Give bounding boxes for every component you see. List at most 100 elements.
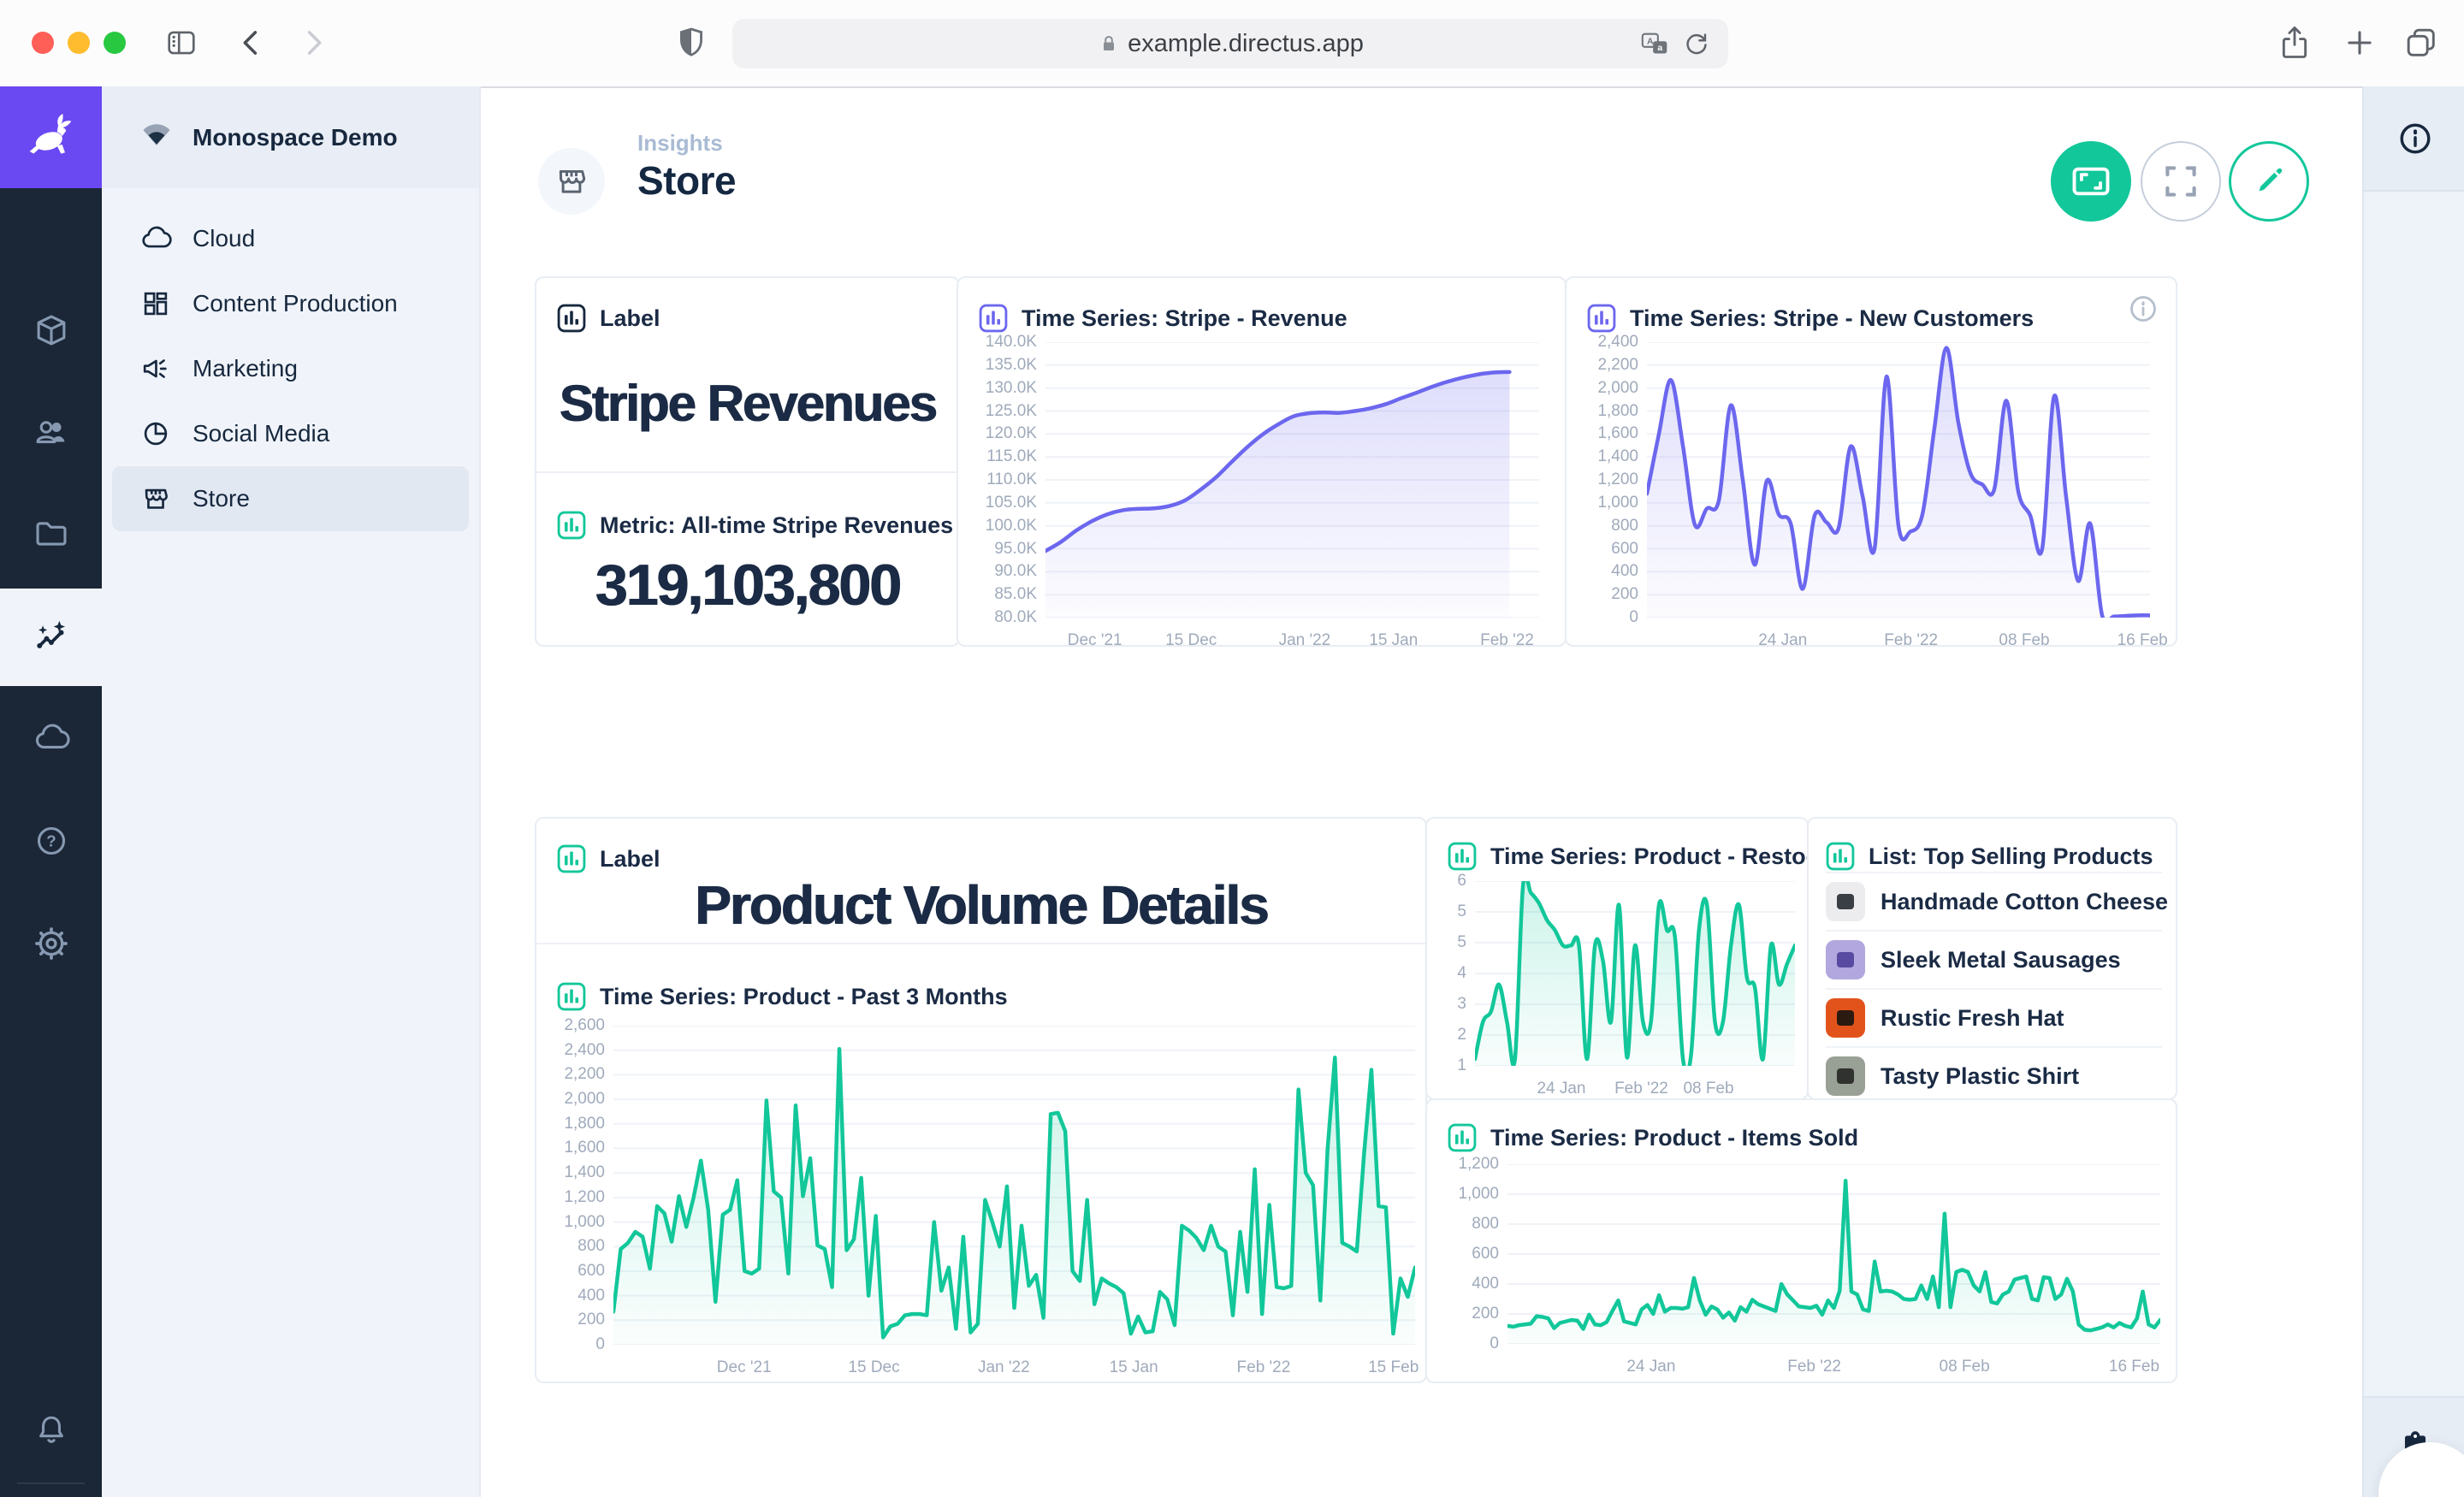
- panel-new-customers: Time Series: Stripe - New Customers 2,40…: [1565, 276, 2177, 647]
- x-tick-label: Feb '22: [1614, 1080, 1668, 1098]
- svg-text:a: a: [1657, 44, 1662, 53]
- module-files-icon[interactable]: [0, 491, 102, 577]
- y-tick-label: 2,400: [564, 1041, 605, 1060]
- window-zoom-button[interactable]: [104, 32, 126, 54]
- list-item[interactable]: Sleek Metal Sausages: [1826, 930, 2162, 988]
- panel-title: Time Series: Product - Restocks: [1490, 843, 1845, 870]
- translate-icon[interactable]: Aa: [1639, 28, 1672, 61]
- list-item[interactable]: Handmade Cotton Cheese: [1826, 872, 2162, 930]
- y-tick-label: 95.0K: [994, 540, 1037, 559]
- items-sold-chart: 1,2001,0008006004002000 24 JanFeb '2208 …: [1436, 1164, 2160, 1344]
- y-tick-label: 400: [578, 1287, 605, 1305]
- forward-icon[interactable]: [294, 24, 332, 62]
- edit-dashboard-button[interactable]: [2229, 141, 2309, 222]
- store-icon: [139, 482, 172, 515]
- y-tick-label: 3: [1457, 995, 1466, 1014]
- share-icon[interactable]: [2276, 24, 2313, 62]
- y-tick-label: 2,000: [1597, 379, 1638, 398]
- x-tick-label: Jan '22: [1279, 631, 1331, 650]
- module-help-icon[interactable]: ?: [0, 798, 102, 884]
- y-tick-label: 1,600: [1597, 424, 1638, 443]
- right-sidebar: [2362, 86, 2464, 1497]
- notifications-bell-icon[interactable]: [0, 1387, 102, 1472]
- breadcrumb[interactable]: Insights: [637, 130, 723, 157]
- past-3-months-chart: 2,6002,4002,2002,0001,8001,6001,4001,200…: [543, 1026, 1415, 1345]
- info-icon[interactable]: [2128, 293, 2159, 324]
- sidebar-item-cloud[interactable]: Cloud: [112, 206, 469, 271]
- panel-title: List: Top Selling Products: [1869, 843, 2153, 870]
- x-tick-label: Feb '22: [1884, 631, 1938, 650]
- module-users-icon[interactable]: [0, 389, 102, 475]
- module-divider: [17, 1482, 85, 1484]
- y-tick-label: 2: [1457, 1026, 1466, 1044]
- label-text: Product Volume Details: [695, 873, 1268, 937]
- time-series-icon: [1448, 1123, 1477, 1152]
- sidebar-item-label: Content Production: [192, 290, 398, 317]
- y-tick-label: 1,000: [564, 1213, 605, 1232]
- x-tick-label: 15 Jan: [1369, 631, 1418, 650]
- module-settings-icon[interactable]: [0, 901, 102, 986]
- y-tick-label: 4: [1457, 964, 1466, 983]
- fullscreen-button[interactable]: [2141, 141, 2221, 222]
- module-cloud-icon[interactable]: [0, 695, 102, 781]
- x-tick-label: Feb '22: [1480, 631, 1534, 650]
- module-insights-icon[interactable]: [0, 589, 102, 686]
- list-item[interactable]: Tasty Plastic Shirt: [1826, 1046, 2162, 1104]
- y-tick-label: 200: [1472, 1305, 1499, 1323]
- address-bar[interactable]: example.directus.app Aa: [732, 19, 1728, 68]
- zoom-to-fit-button[interactable]: [2051, 141, 2131, 222]
- product-thumbnail: [1826, 940, 1865, 979]
- y-tick-label: 800: [1611, 517, 1638, 535]
- y-tick-label: 90.0K: [994, 562, 1037, 581]
- label-panel-icon: [557, 304, 586, 333]
- sidebar-item-social-media[interactable]: Social Media: [112, 401, 469, 466]
- restocks-chart: 6554321 24 JanFeb '2208 Feb: [1434, 881, 1795, 1066]
- browser-toolbar: example.directus.app Aa: [0, 0, 2464, 88]
- back-icon[interactable]: [233, 24, 270, 62]
- sidebar-item-marketing[interactable]: Marketing: [112, 336, 469, 401]
- x-axis: 24 JanFeb '2208 Feb16 Feb: [1647, 618, 2150, 659]
- sidebar-item-content-production[interactable]: Content Production: [112, 271, 469, 336]
- y-tick-label: 1,200: [1597, 470, 1638, 489]
- window-close-button[interactable]: [32, 32, 54, 54]
- y-tick-label: 1,400: [1597, 447, 1638, 466]
- product-name: Tasty Plastic Shirt: [1881, 1063, 2079, 1090]
- project-chooser[interactable]: Monospace Demo: [102, 86, 479, 188]
- page-title: Store: [637, 157, 736, 204]
- user-avatar-icon[interactable]: [0, 1489, 102, 1497]
- directus-logo[interactable]: [0, 86, 102, 188]
- sidebar-item-label: Store: [192, 485, 250, 512]
- y-tick-label: 100.0K: [986, 517, 1037, 535]
- y-tick-label: 600: [1611, 540, 1638, 559]
- project-name: Monospace Demo: [192, 124, 398, 151]
- info-sidebar-button[interactable]: [2364, 86, 2464, 192]
- dashboard-icon: [139, 287, 172, 320]
- x-tick-label: 08 Feb: [1999, 631, 2049, 650]
- shield-icon[interactable]: [672, 24, 710, 62]
- time-series-icon: [1587, 304, 1616, 333]
- y-tick-label: 600: [1472, 1245, 1499, 1263]
- window-minimize-button[interactable]: [68, 32, 90, 54]
- y-tick-label: 110.0K: [986, 470, 1037, 489]
- y-tick-label: 2,200: [1597, 356, 1638, 375]
- product-thumbnail: [1826, 1056, 1865, 1096]
- product-name: Handmade Cotton Cheese: [1881, 889, 2168, 915]
- sidebar-item-store[interactable]: Store: [112, 466, 469, 531]
- panel-title: Time Series: Product - Past 3 Months: [600, 984, 1008, 1010]
- tab-overview-icon[interactable]: [2402, 24, 2440, 62]
- module-content-icon[interactable]: [0, 287, 102, 373]
- panel-divider: [536, 943, 1425, 944]
- y-tick-label: 5: [1457, 933, 1466, 952]
- x-tick-label: 16 Feb: [2118, 631, 2168, 650]
- sidebar-item-label: Social Media: [192, 420, 329, 447]
- list-panel-icon: [1826, 842, 1855, 871]
- panel-title: Label: [600, 305, 660, 332]
- time-series-icon: [557, 982, 586, 1011]
- y-tick-label: 2,400: [1597, 333, 1638, 352]
- x-tick-label: Dec '21: [717, 1358, 772, 1377]
- stripe-revenue-chart: 140.0K135.0K130.0K125.0K120.0K115.0K110.…: [972, 342, 1539, 618]
- sidebar-toggle-icon[interactable]: [163, 24, 200, 62]
- list-item[interactable]: Rustic Fresh Hat: [1826, 988, 2162, 1046]
- reload-icon[interactable]: [1680, 28, 1713, 61]
- new-tab-icon[interactable]: [2341, 24, 2378, 62]
